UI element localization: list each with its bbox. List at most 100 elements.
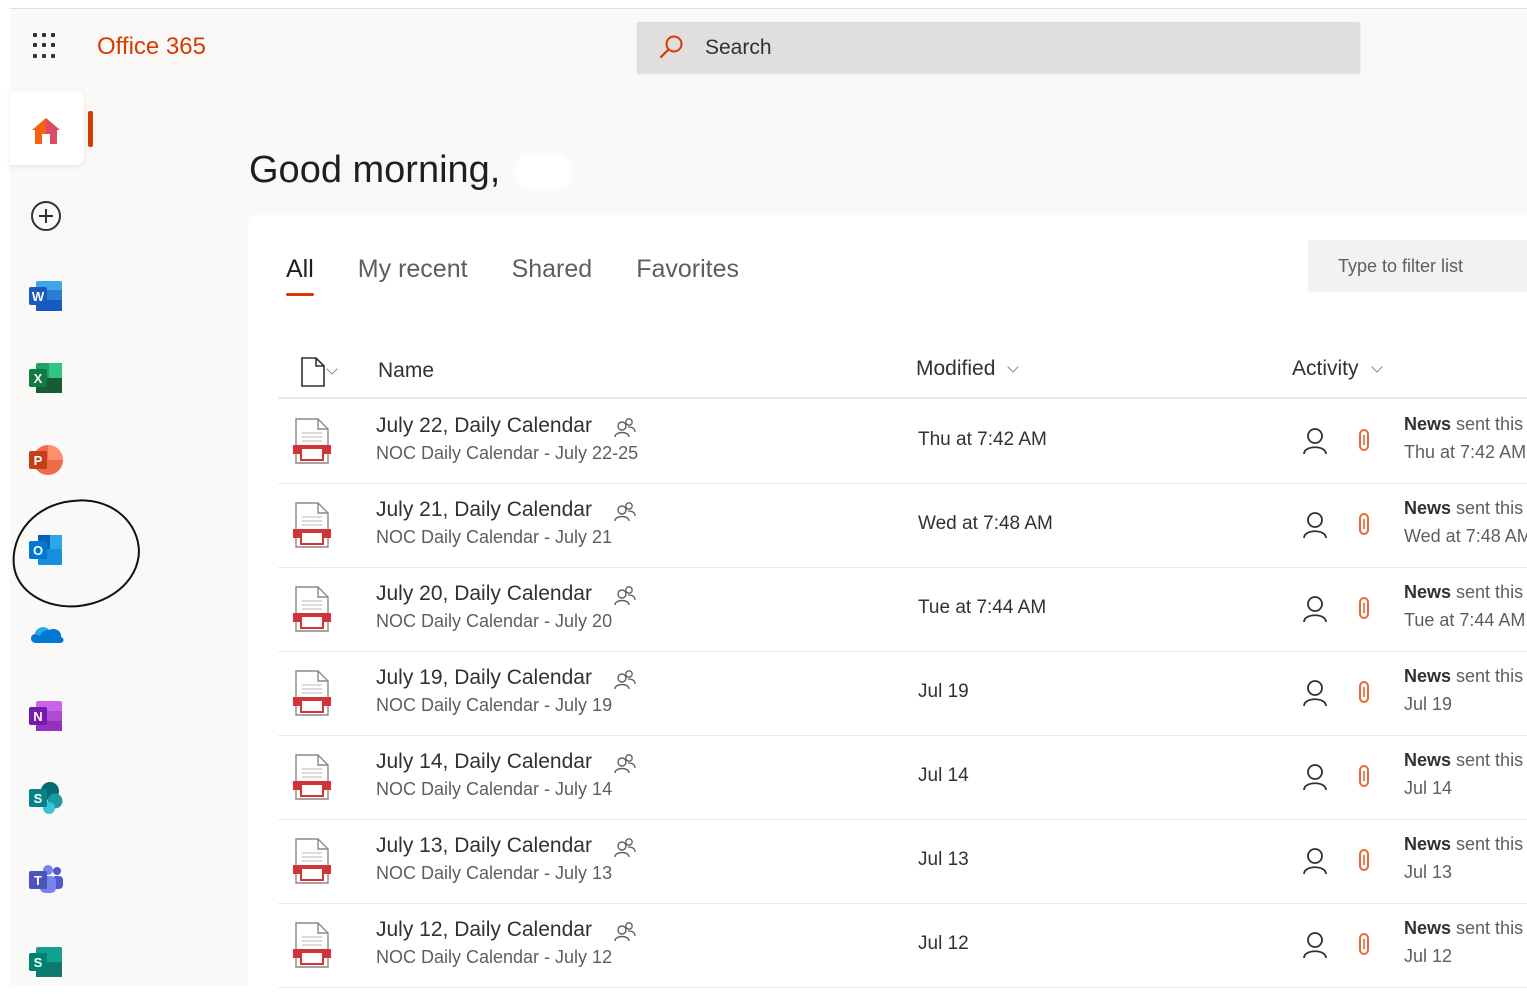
file-row[interactable]: July 14, Daily Calendar NOC Daily Calenda… xyxy=(278,735,1527,820)
rail-item-teams[interactable]: T xyxy=(10,843,84,917)
attachment-icon xyxy=(1358,932,1370,961)
rail-item-word[interactable]: W xyxy=(10,259,84,333)
file-title[interactable]: July 14, Daily Calendar xyxy=(376,750,592,774)
attachment-icon xyxy=(1358,428,1370,457)
file-row[interactable]: July 12, Daily Calendar NOC Daily Calenda… xyxy=(278,903,1527,988)
rail-item-sway[interactable]: S xyxy=(10,925,84,999)
pdf-file-icon xyxy=(292,753,332,806)
activity-description: News sent this xyxy=(1404,582,1523,603)
svg-text:X: X xyxy=(34,371,43,386)
sway-icon: S xyxy=(29,947,62,977)
app-launcher-icon[interactable] xyxy=(33,33,59,59)
file-location: NOC Daily Calendar - July 14 xyxy=(376,779,613,799)
modified-date: Thu at 7:42 AM xyxy=(918,429,1047,450)
powerpoint-icon: P xyxy=(29,445,63,475)
activity-text: sent this xyxy=(1451,582,1524,602)
file-title[interactable]: July 12, Daily Calendar xyxy=(376,918,592,942)
activity-time: Tue at 7:44 AM xyxy=(1404,610,1526,630)
shared-icon xyxy=(613,921,637,948)
attachment-icon xyxy=(1358,848,1370,877)
sharepoint-icon: S xyxy=(29,782,63,814)
attachment-icon xyxy=(1358,680,1370,709)
activity-description: News sent this xyxy=(1404,834,1523,855)
rail-item-sharepoint[interactable]: S xyxy=(10,761,84,835)
activity-text: sent this xyxy=(1451,750,1524,770)
search-label: Search xyxy=(705,36,772,59)
file-title[interactable]: July 13, Daily Calendar xyxy=(376,834,592,858)
file-title[interactable]: July 20, Daily Calendar xyxy=(376,582,592,606)
activity-time: Wed at 7:48 AM xyxy=(1404,526,1527,546)
activity-time: Jul 12 xyxy=(1404,946,1453,966)
file-type-column-icon[interactable] xyxy=(300,357,326,392)
filter-list-input[interactable]: Type to filter list xyxy=(1308,240,1527,292)
file-title[interactable]: July 19, Daily Calendar xyxy=(376,666,592,690)
activity-description: News sent this xyxy=(1404,750,1523,771)
person-icon xyxy=(1302,931,1328,964)
documents-panel: All My recent Shared Favorites Type to f… xyxy=(248,215,1527,988)
column-activity[interactable]: Activity xyxy=(1292,357,1383,381)
home-icon xyxy=(32,118,60,144)
file-type-chevron-icon[interactable] xyxy=(326,363,338,375)
word-icon: W xyxy=(29,281,62,311)
column-name[interactable]: Name xyxy=(378,359,434,383)
file-row[interactable]: July 19, Daily Calendar NOC Daily Calenda… xyxy=(278,651,1527,736)
modified-date: Jul 19 xyxy=(918,681,969,702)
modified-date: Tue at 7:44 AM xyxy=(918,597,1047,618)
tab-all[interactable]: All xyxy=(286,255,314,296)
column-activity-label: Activity xyxy=(1292,357,1359,380)
activity-source: News xyxy=(1404,414,1452,434)
activity-time: Jul 14 xyxy=(1404,778,1453,798)
redacted-user-name xyxy=(515,154,571,189)
svg-text:T: T xyxy=(34,873,42,888)
file-row[interactable]: July 13, Daily Calendar NOC Daily Calenda… xyxy=(278,819,1527,904)
activity-source: News xyxy=(1404,750,1452,770)
shared-icon xyxy=(613,501,637,528)
person-icon xyxy=(1302,595,1328,628)
tab-shared[interactable]: Shared xyxy=(512,255,593,296)
tab-favorites[interactable]: Favorites xyxy=(636,255,739,296)
rail-item-create[interactable] xyxy=(10,177,84,251)
greeting-heading: Good morning, xyxy=(249,149,501,191)
rail-item-powerpoint[interactable]: P xyxy=(10,423,84,497)
rail-item-home[interactable] xyxy=(10,91,84,165)
person-icon xyxy=(1302,511,1328,544)
attachment-icon xyxy=(1358,596,1370,625)
svg-text:S: S xyxy=(34,791,43,806)
activity-source: News xyxy=(1404,666,1452,686)
file-row[interactable]: July 20, Daily Calendar NOC Daily Calenda… xyxy=(278,567,1527,652)
tab-my-recent[interactable]: My recent xyxy=(358,255,468,296)
file-title[interactable]: July 21, Daily Calendar xyxy=(376,498,592,522)
rail-item-onedrive[interactable] xyxy=(10,597,84,671)
table-header: Name Modified Activity xyxy=(278,345,1527,399)
column-modified[interactable]: Modified xyxy=(916,357,1020,381)
activity-description: News sent this xyxy=(1404,666,1523,687)
pdf-file-icon xyxy=(292,837,332,890)
rail-item-onenote[interactable]: N xyxy=(10,679,84,753)
search-box[interactable]: Search xyxy=(637,22,1360,73)
file-location: NOC Daily Calendar - July 12 xyxy=(376,947,613,967)
shared-icon xyxy=(613,417,637,444)
pdf-file-icon xyxy=(292,585,332,638)
activity-text: sent this xyxy=(1451,666,1524,686)
onenote-icon: N xyxy=(29,701,62,731)
activity-source: News xyxy=(1404,498,1452,518)
person-icon xyxy=(1302,847,1328,880)
file-row[interactable]: July 22, Daily Calendar NOC Daily Calenda… xyxy=(278,399,1527,484)
shared-icon xyxy=(613,669,637,696)
svg-text:S: S xyxy=(34,955,43,970)
brand-name[interactable]: Office 365 xyxy=(97,33,206,61)
file-location: NOC Daily Calendar - July 22-25 xyxy=(376,443,639,463)
excel-icon: X xyxy=(29,363,62,393)
file-location: NOC Daily Calendar - July 21 xyxy=(376,527,613,547)
file-row[interactable]: July 21, Daily Calendar NOC Daily Calenda… xyxy=(278,483,1527,568)
file-location: NOC Daily Calendar - July 13 xyxy=(376,863,613,883)
modified-date: Jul 14 xyxy=(918,765,969,786)
attachment-icon xyxy=(1358,512,1370,541)
rail-item-excel[interactable]: X xyxy=(10,341,84,415)
active-indicator xyxy=(88,111,93,147)
activity-source: News xyxy=(1404,582,1452,602)
shared-icon xyxy=(613,753,637,780)
file-title[interactable]: July 22, Daily Calendar xyxy=(376,414,592,438)
pdf-file-icon xyxy=(292,417,332,470)
shared-icon xyxy=(613,585,637,612)
